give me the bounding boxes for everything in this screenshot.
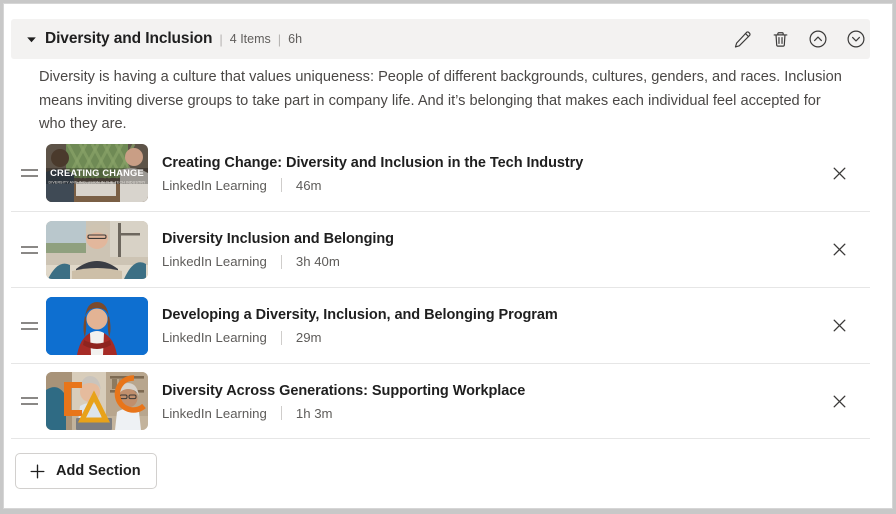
delete-section-button[interactable] bbox=[768, 27, 792, 51]
item-thumbnail bbox=[46, 220, 148, 279]
page-title: Diversity and Inclusion bbox=[45, 30, 213, 47]
move-section-up-button[interactable] bbox=[806, 27, 830, 51]
list-item[interactable]: Diversity Inclusion and Belonging Linked… bbox=[11, 211, 870, 287]
remove-item-button[interactable] bbox=[823, 157, 855, 189]
item-duration: 46m bbox=[295, 177, 322, 193]
close-icon bbox=[833, 319, 846, 332]
item-thumbnail: CREATING CHANGE DIVERSITY AND INCLUSION … bbox=[46, 144, 148, 202]
svg-text:DIVERSITY AND INCLUSION IN THE: DIVERSITY AND INCLUSION IN THE TECH INDU… bbox=[48, 181, 145, 185]
item-subtitle: LinkedIn Learning 1h 3m bbox=[162, 406, 823, 421]
remove-item-button[interactable] bbox=[823, 234, 855, 266]
drag-handle-icon[interactable] bbox=[16, 321, 42, 330]
add-section-button[interactable]: Add Section bbox=[15, 453, 157, 489]
close-icon bbox=[833, 167, 846, 180]
drag-handle-icon[interactable] bbox=[16, 397, 42, 405]
subtitle-separator bbox=[280, 406, 282, 420]
drag-handle-icon[interactable] bbox=[16, 169, 42, 177]
item-title: Diversity Across Generations: Supporting… bbox=[162, 382, 526, 399]
meta-separator-2: | bbox=[277, 31, 282, 47]
item-text: Creating Change: Diversity and Inclusion… bbox=[162, 154, 823, 193]
item-thumbnail bbox=[46, 372, 148, 430]
item-title: Developing a Diversity, Inclusion, and B… bbox=[162, 307, 558, 323]
close-icon bbox=[833, 243, 846, 256]
item-title: Diversity Inclusion and Belonging bbox=[162, 231, 394, 247]
item-subtitle: LinkedIn Learning 3h 40m bbox=[162, 254, 823, 269]
remove-item-button[interactable] bbox=[823, 385, 855, 417]
caret-down-icon[interactable] bbox=[23, 31, 39, 47]
item-duration: 1h 3m bbox=[295, 405, 333, 421]
item-duration: 3h 40m bbox=[295, 254, 340, 269]
header-actions bbox=[730, 27, 865, 51]
list-item[interactable]: Diversity Across Generations: Supporting… bbox=[11, 363, 870, 439]
move-section-down-button[interactable] bbox=[844, 27, 868, 51]
item-subtitle: LinkedIn Learning 46m bbox=[162, 178, 823, 193]
item-provider: LinkedIn Learning bbox=[162, 405, 267, 421]
item-title: Creating Change: Diversity and Inclusion… bbox=[162, 154, 584, 171]
item-provider: LinkedIn Learning bbox=[162, 254, 267, 269]
subtitle-separator bbox=[280, 254, 282, 269]
footer-actions: Add Section bbox=[15, 453, 157, 489]
item-provider: LinkedIn Learning bbox=[162, 177, 267, 193]
drag-handle-icon[interactable] bbox=[16, 245, 42, 254]
section-item-count: 4 Items bbox=[229, 32, 271, 46]
subtitle-separator bbox=[280, 330, 282, 345]
chevron-down-circle-icon bbox=[846, 29, 866, 49]
section-duration: 6h bbox=[288, 32, 303, 46]
section-card: Diversity and Inclusion | 4 Items | 6h D… bbox=[3, 3, 893, 509]
chevron-up-circle-icon bbox=[808, 29, 828, 49]
section-description: Diversity is having a culture that value… bbox=[39, 69, 842, 132]
item-duration: 29m bbox=[295, 330, 322, 345]
svg-text:CREATING CHANGE: CREATING CHANGE bbox=[50, 168, 144, 178]
add-section-label: Add Section bbox=[56, 463, 141, 479]
item-text: Diversity Inclusion and Belonging Linked… bbox=[162, 230, 823, 269]
item-thumbnail bbox=[46, 296, 148, 355]
item-text: Diversity Across Generations: Supporting… bbox=[162, 382, 823, 421]
plus-icon bbox=[29, 463, 46, 480]
list-item[interactable]: CREATING CHANGE DIVERSITY AND INCLUSION … bbox=[11, 135, 870, 211]
remove-item-button[interactable] bbox=[823, 310, 855, 342]
trash-icon bbox=[771, 30, 790, 49]
item-provider: LinkedIn Learning bbox=[162, 330, 267, 345]
subtitle-separator bbox=[280, 178, 282, 192]
item-subtitle: LinkedIn Learning 29m bbox=[162, 330, 823, 345]
close-icon bbox=[833, 395, 846, 408]
meta-separator-1: | bbox=[219, 31, 223, 47]
edit-section-button[interactable] bbox=[730, 27, 754, 51]
item-list: CREATING CHANGE DIVERSITY AND INCLUSION … bbox=[11, 135, 870, 439]
pencil-icon bbox=[733, 30, 752, 49]
item-text: Developing a Diversity, Inclusion, and B… bbox=[162, 306, 823, 345]
app-frame: Diversity and Inclusion | 4 Items | 6h D… bbox=[0, 0, 896, 514]
section-header: Diversity and Inclusion | 4 Items | 6h bbox=[11, 19, 870, 59]
list-item[interactable]: Developing a Diversity, Inclusion, and B… bbox=[11, 287, 870, 363]
